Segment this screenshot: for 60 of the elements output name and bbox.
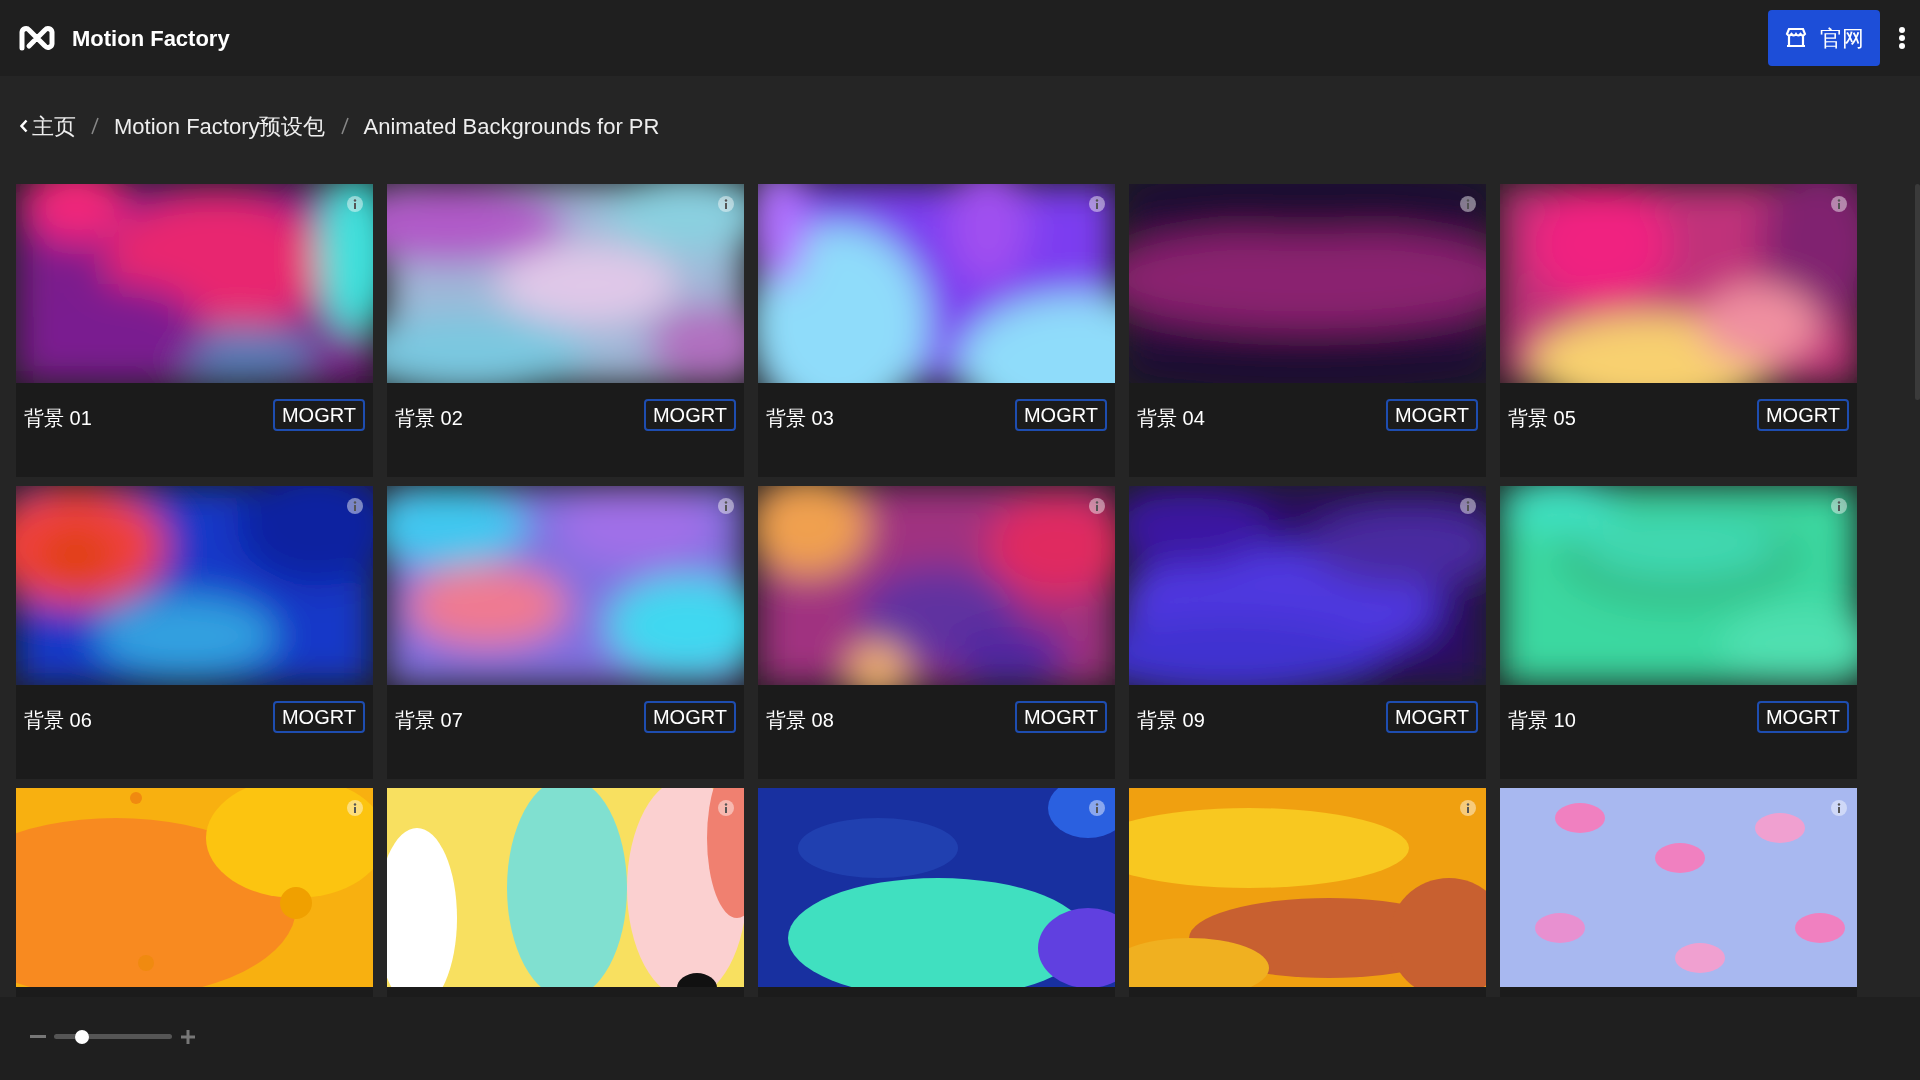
separator-icon — [339, 116, 350, 136]
official-site-button[interactable]: 官网 — [1768, 10, 1880, 66]
mogrt-button[interactable]: MOGRT — [1756, 701, 1849, 733]
template-card[interactable]: 背景 08 MOGRT — [758, 486, 1115, 779]
card-title: 背景 05 — [1508, 406, 1576, 431]
template-card[interactable]: 背景 02 MOGRT — [387, 184, 744, 477]
breadcrumb-home-link[interactable]: 主页 — [20, 109, 76, 143]
info-icon[interactable] — [1460, 800, 1476, 816]
template-card[interactable]: 背景 03 MOGRT — [758, 184, 1115, 477]
app-title: Motion Factory — [72, 24, 230, 53]
mogrt-button[interactable]: MOGRT — [1014, 701, 1107, 733]
more-menu-icon[interactable] — [1898, 27, 1906, 49]
info-icon[interactable] — [718, 800, 734, 816]
info-icon[interactable] — [1831, 196, 1847, 212]
mogrt-button[interactable]: MOGRT — [272, 399, 365, 431]
template-card[interactable]: 背景 10 MOGRT — [1500, 486, 1857, 779]
zoom-in-icon[interactable] — [180, 1028, 196, 1045]
store-icon — [1784, 26, 1808, 50]
template-card[interactable]: 背景 04 MOGRT — [1129, 184, 1486, 477]
mogrt-button[interactable]: MOGRT — [1385, 399, 1478, 431]
mogrt-button[interactable]: MOGRT — [1014, 399, 1107, 431]
logo-icon — [18, 24, 56, 52]
info-icon[interactable] — [347, 800, 363, 816]
info-icon[interactable] — [1089, 498, 1105, 514]
template-card[interactable]: 背景 05 MOGRT — [1500, 184, 1857, 477]
info-icon[interactable] — [718, 196, 734, 212]
card-title: 背景 03 — [766, 406, 834, 431]
chevron-left-icon — [20, 119, 28, 133]
info-icon[interactable] — [347, 196, 363, 212]
card-title: 背景 01 — [24, 406, 92, 431]
mogrt-button[interactable]: MOGRT — [1385, 701, 1478, 733]
zoom-slider[interactable] — [54, 1029, 172, 1044]
template-card[interactable]: 背景 07 MOGRT — [387, 486, 744, 779]
info-icon[interactable] — [718, 498, 734, 514]
card-title: 背景 06 — [24, 708, 92, 733]
template-card[interactable]: 背景 06 MOGRT — [16, 486, 373, 779]
slider-thumb[interactable] — [74, 1029, 89, 1044]
separator-icon — [90, 116, 100, 136]
card-title: 背景 02 — [395, 406, 463, 431]
info-icon[interactable] — [1831, 498, 1847, 514]
info-icon[interactable] — [1089, 196, 1105, 212]
zoom-out-icon[interactable] — [30, 1034, 46, 1039]
mogrt-button[interactable]: MOGRT — [1756, 399, 1849, 431]
card-title: 背景 08 — [766, 708, 834, 733]
info-icon[interactable] — [347, 498, 363, 514]
info-icon[interactable] — [1460, 196, 1476, 212]
template-card[interactable]: 背景 01 MOGRT — [16, 184, 373, 477]
card-title: 背景 10 — [1508, 708, 1576, 733]
breadcrumb-link[interactable]: Motion Factory预设包 — [114, 109, 326, 143]
mogrt-button[interactable]: MOGRT — [272, 701, 365, 733]
mogrt-button[interactable]: MOGRT — [643, 701, 736, 733]
card-title: 背景 04 — [1137, 406, 1205, 431]
info-icon[interactable] — [1831, 800, 1847, 816]
info-icon[interactable] — [1089, 800, 1105, 816]
template-card[interactable]: 背景 09 MOGRT — [1129, 486, 1486, 779]
info-icon[interactable] — [1460, 498, 1476, 514]
card-title: 背景 09 — [1137, 708, 1205, 733]
card-title: 背景 07 — [395, 708, 463, 733]
breadcrumb-current: Animated Backgrounds for PR — [363, 112, 660, 141]
mogrt-button[interactable]: MOGRT — [643, 399, 736, 431]
